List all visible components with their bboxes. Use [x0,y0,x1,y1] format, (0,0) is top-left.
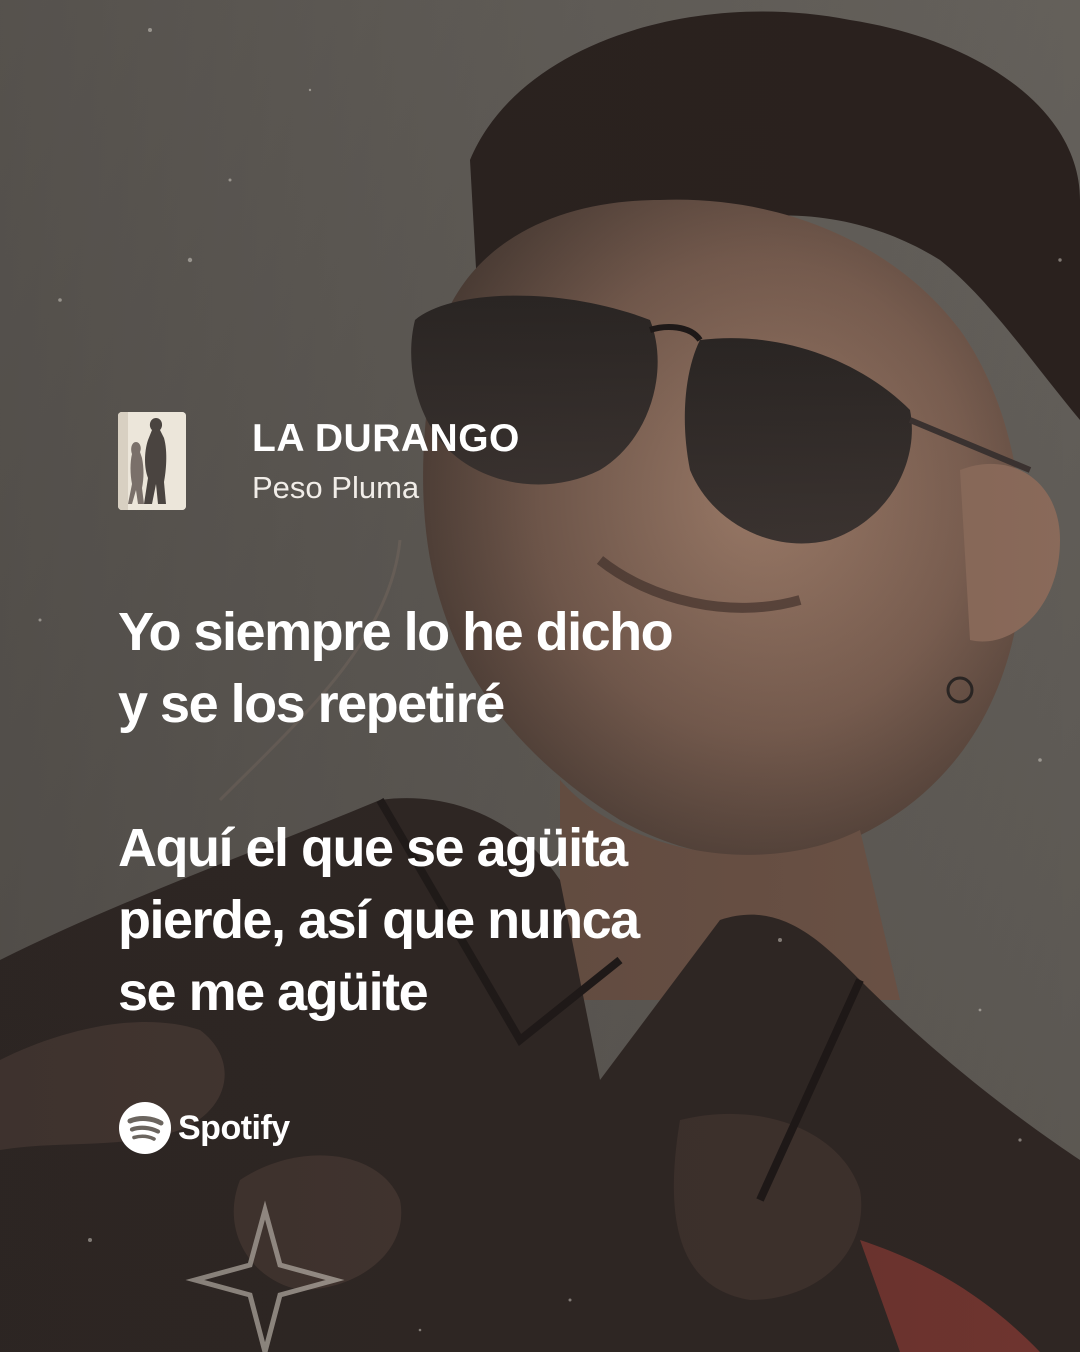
lyric-line: se me agüite [118,962,429,1022]
lyrics-share-card: LA DURANGO Peso Pluma Yo siempre lo he d… [0,0,1080,1352]
lyric-block: Yo siempre lo he dicho y se los repetiré [118,596,918,740]
lyric-line: Aquí el que se agüita [118,818,628,878]
track-title: LA DURANGO [252,417,520,460]
track-artist: Peso Pluma [252,470,420,505]
track-header: LA DURANGO Peso Pluma [118,412,520,510]
lyrics-container: Yo siempre lo he dicho y se los repetiré… [118,596,918,1028]
spotify-logo-icon [119,1102,171,1154]
lyric-line: y se los repetiré [118,674,505,734]
track-meta: LA DURANGO Peso Pluma [252,419,520,503]
spotify-brand: Spotify [118,1101,290,1155]
album-cover-image [118,412,186,510]
lyric-block: Aquí el que se agüita pierde, así que nu… [118,812,918,1028]
spotify-wordmark: Spotify [178,1108,290,1147]
lyric-line: pierde, así que nunca [118,890,640,950]
lyric-line: Yo siempre lo he dicho [118,602,674,662]
